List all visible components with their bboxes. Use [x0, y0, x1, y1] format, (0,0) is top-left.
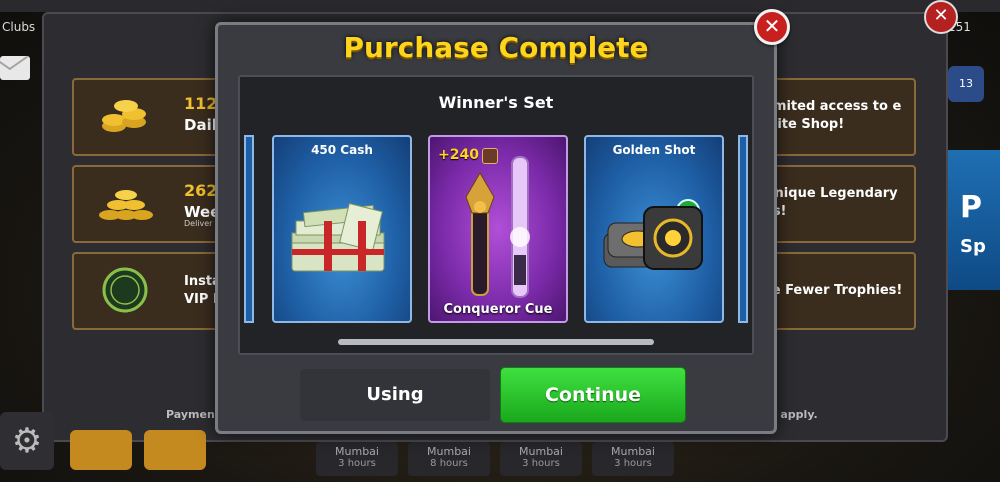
reward-card-cue[interactable]: +240 Conqueror Cue	[428, 135, 568, 323]
offer-right-text: se Fewer Trophies!	[764, 283, 903, 298]
chip-duration: 3 hours	[522, 458, 560, 469]
coins-icon	[99, 190, 153, 220]
chip-duration: 8 hours	[430, 458, 468, 469]
golden-shot-icon	[603, 206, 703, 270]
offer-right-text: limited access to e Elite Shop!	[764, 99, 902, 132]
offer-right-text: Unique Legendary es!	[764, 186, 898, 219]
coins-icon	[102, 100, 146, 132]
top-strip	[0, 0, 1000, 12]
set-title: Winner's Set	[438, 93, 554, 112]
chip-duration: 3 hours	[338, 458, 376, 469]
offer-title: Dail	[184, 116, 217, 134]
footnote-left: Paymen	[166, 408, 215, 421]
card-edge-right[interactable]	[738, 135, 748, 323]
continue-button[interactable]: Continue	[500, 367, 686, 423]
chip-duration: 3 hours	[614, 458, 652, 469]
rank-badge: 13	[948, 66, 984, 102]
cash-stack-icon	[291, 202, 385, 272]
side-banner[interactable]: P Sp	[940, 150, 1000, 290]
table-chip[interactable]: Mumbai 3 hours	[500, 442, 582, 476]
bottom-nav-button[interactable]	[70, 430, 132, 470]
bottom-nav-button[interactable]	[144, 430, 206, 470]
cue-icon	[465, 156, 530, 298]
table-chip[interactable]: Mumbai 8 hours	[408, 442, 490, 476]
offer-value: 262	[184, 181, 218, 200]
using-button[interactable]: Using	[300, 369, 490, 421]
settings-gear-icon[interactable]: ⚙	[0, 412, 54, 470]
shop-close-icon[interactable]: ✕	[924, 0, 958, 34]
chip-city: Mumbai	[611, 445, 655, 458]
table-chip[interactable]: Mumbai 3 hours	[316, 442, 398, 476]
chip-city: Mumbai	[335, 445, 379, 458]
chip-city: Mumbai	[427, 445, 471, 458]
rewards-panel: Winner's Set 450 Cash +240 Conqueror Cue…	[238, 75, 754, 355]
chip-city: Mumbai	[519, 445, 563, 458]
reward-label: Conqueror Cue	[443, 302, 553, 317]
reward-card-cash[interactable]: 450 Cash	[272, 135, 412, 323]
footnote-right: s apply.	[770, 408, 818, 421]
offer-value: 112	[184, 94, 218, 113]
reward-card-golden-shot[interactable]: Golden Shot 9	[584, 135, 724, 323]
mail-icon[interactable]	[0, 56, 30, 80]
card-edge-left[interactable]	[244, 135, 254, 323]
table-chip[interactable]: Mumbai 3 hours	[592, 442, 674, 476]
clubs-label[interactable]: Clubs	[2, 20, 35, 34]
offer-subtitle: Deliver	[184, 219, 213, 228]
horizontal-scrollbar[interactable]	[338, 339, 654, 345]
vip-icon	[102, 267, 148, 313]
close-icon[interactable]: ✕	[754, 9, 790, 45]
purchase-complete-modal: Purchase Complete ✕ Winner's Set 450 Cas…	[215, 9, 790, 434]
modal-title: Purchase Complete	[343, 31, 649, 64]
side-banner-text: P Sp	[960, 190, 986, 257]
